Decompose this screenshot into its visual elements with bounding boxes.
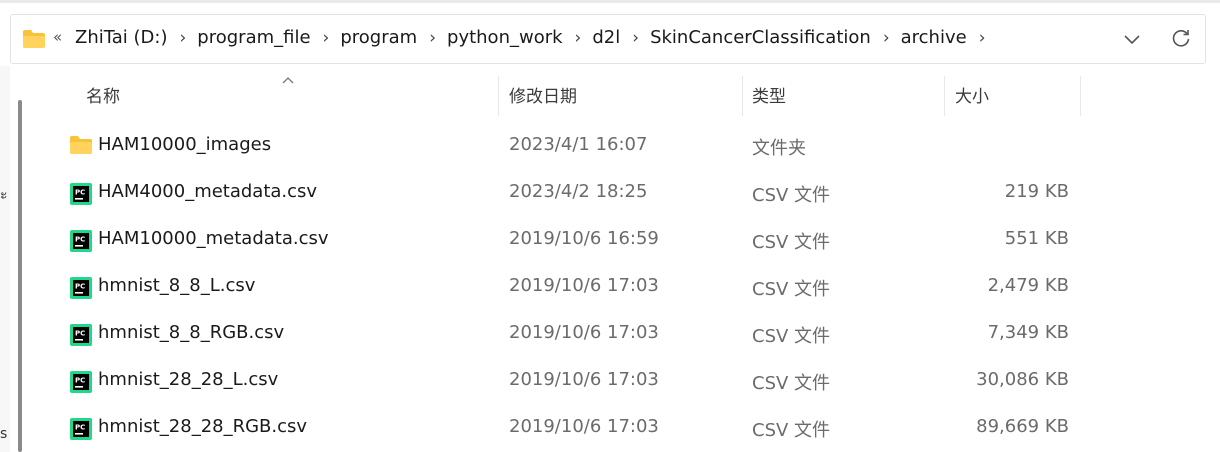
- nav-pane-text-fragment: s: [0, 426, 8, 442]
- svg-text:PC: PC: [75, 283, 85, 291]
- breadcrumb-separator-chevron-icon[interactable]: ›: [575, 28, 582, 48]
- file-date: 2019/10/6 17:03: [509, 369, 659, 390]
- column-divider[interactable]: [742, 76, 743, 116]
- column-divider[interactable]: [498, 76, 499, 116]
- column-divider[interactable]: [1080, 76, 1081, 116]
- breadcrumb: ZhiTai (D:) › program_file › program › python_…: [75, 27, 997, 48]
- file-type: CSV 文件: [752, 420, 831, 441]
- pycharm-csv-icon: PC: [69, 276, 93, 304]
- breadcrumb-separator-chevron-icon[interactable]: ›: [632, 28, 639, 48]
- breadcrumb-separator-chevron-icon[interactable]: ›: [883, 28, 890, 48]
- file-date: 2019/10/6 17:03: [509, 322, 659, 343]
- sort-ascending-icon: [280, 70, 296, 89]
- file-row[interactable]: PC hmnist_28_28_RGB.csv 2019/10/6 17:03 CSV…: [64, 405, 1084, 451]
- file-row[interactable]: PC HAM10000_metadata.csv 2019/10/6 16:59 CS…: [64, 217, 1084, 263]
- file-row[interactable]: PC hmnist_8_8_RGB.csv 2019/10/6 17:03 CSV 文…: [64, 311, 1084, 357]
- breadcrumb-item[interactable]: program: [340, 27, 417, 48]
- file-type: 文件夹: [752, 138, 806, 159]
- file-name: HAM10000_metadata.csv: [98, 228, 329, 249]
- file-date: 2023/4/1 16:07: [509, 134, 648, 155]
- breadcrumb-item[interactable]: python_work: [447, 27, 563, 48]
- column-divider[interactable]: [944, 76, 945, 116]
- navigation-pane-edge[interactable]: ะ s: [0, 66, 10, 452]
- breadcrumb-separator-chevron-icon[interactable]: ›: [179, 28, 186, 48]
- breadcrumb-separator-chevron-icon[interactable]: ›: [429, 28, 436, 48]
- breadcrumb-item[interactable]: SkinCancerClassification: [650, 27, 871, 48]
- refresh-icon[interactable]: [1169, 26, 1193, 54]
- file-name: HAM4000_metadata.csv: [98, 181, 318, 202]
- file-name: hmnist_8_8_L.csv: [98, 275, 256, 296]
- file-name: HAM10000_images: [98, 134, 272, 155]
- window-top-edge: [0, 0, 1220, 3]
- file-size: 7,349 KB: [987, 322, 1069, 343]
- chevron-down-icon[interactable]: [1121, 28, 1143, 54]
- pycharm-csv-icon: PC: [69, 323, 93, 351]
- breadcrumb-item[interactable]: ZhiTai (D:): [75, 27, 167, 48]
- breadcrumb-item[interactable]: d2l: [592, 27, 620, 48]
- file-type: CSV 文件: [752, 185, 831, 206]
- breadcrumb-separator-chevron-icon[interactable]: ›: [323, 28, 330, 48]
- file-type: CSV 文件: [752, 279, 831, 300]
- folder-icon: [69, 135, 93, 159]
- svg-text:PC: PC: [75, 424, 85, 432]
- file-size: 89,669 KB: [976, 416, 1069, 437]
- file-size: 2,479 KB: [987, 275, 1069, 296]
- file-size: 219 KB: [1004, 181, 1069, 202]
- vertical-scrollbar[interactable]: [18, 100, 22, 452]
- pycharm-csv-icon: PC: [69, 370, 93, 398]
- breadcrumb-separator-chevron-icon[interactable]: ›: [979, 28, 986, 48]
- file-date: 2019/10/6 16:59: [509, 228, 659, 249]
- column-header-date[interactable]: 修改日期: [509, 78, 577, 116]
- file-type: CSV 文件: [752, 373, 831, 394]
- file-name: hmnist_28_28_RGB.csv: [98, 416, 308, 437]
- file-date: 2023/4/2 18:25: [509, 181, 648, 202]
- file-name: hmnist_8_8_RGB.csv: [98, 322, 285, 343]
- file-date: 2019/10/6 17:03: [509, 416, 659, 437]
- svg-text:PC: PC: [75, 330, 85, 338]
- svg-text:PC: PC: [75, 189, 85, 197]
- column-header-type[interactable]: 类型: [752, 78, 786, 116]
- file-row[interactable]: PC hmnist_28_28_L.csv 2019/10/6 17:03 CSV 文…: [64, 358, 1084, 404]
- svg-text:PC: PC: [75, 377, 85, 385]
- breadcrumb-item[interactable]: program_file: [197, 27, 310, 48]
- file-date: 2019/10/6 17:03: [509, 275, 659, 296]
- file-type: CSV 文件: [752, 326, 831, 347]
- column-header-size[interactable]: 大小: [955, 78, 989, 116]
- file-name: hmnist_28_28_L.csv: [98, 369, 279, 390]
- folder-icon: [22, 29, 46, 53]
- file-size: 551 KB: [1004, 228, 1069, 249]
- breadcrumb-item[interactable]: archive: [901, 27, 967, 48]
- address-bar[interactable]: « ZhiTai (D:) › program_file › program › pytho…: [10, 14, 1206, 64]
- pycharm-csv-icon: PC: [69, 182, 93, 210]
- svg-text:PC: PC: [75, 236, 85, 244]
- file-size: 30,086 KB: [976, 369, 1069, 390]
- column-header-name[interactable]: 名称: [86, 78, 120, 116]
- file-type: CSV 文件: [752, 232, 831, 253]
- file-row[interactable]: PC hmnist_8_8_L.csv 2019/10/6 17:03 CSV 文件 2…: [64, 264, 1084, 310]
- nav-pane-text-fragment: ะ: [0, 187, 8, 203]
- file-row[interactable]: PC HAM4000_metadata.csv 2023/4/2 18:25 CSV …: [64, 170, 1084, 216]
- breadcrumb-overflow-button[interactable]: «: [53, 28, 62, 46]
- pycharm-csv-icon: PC: [69, 229, 93, 257]
- file-row[interactable]: HAM10000_images 2023/4/1 16:07 文件夹: [64, 123, 1084, 169]
- pycharm-csv-icon: PC: [69, 417, 93, 445]
